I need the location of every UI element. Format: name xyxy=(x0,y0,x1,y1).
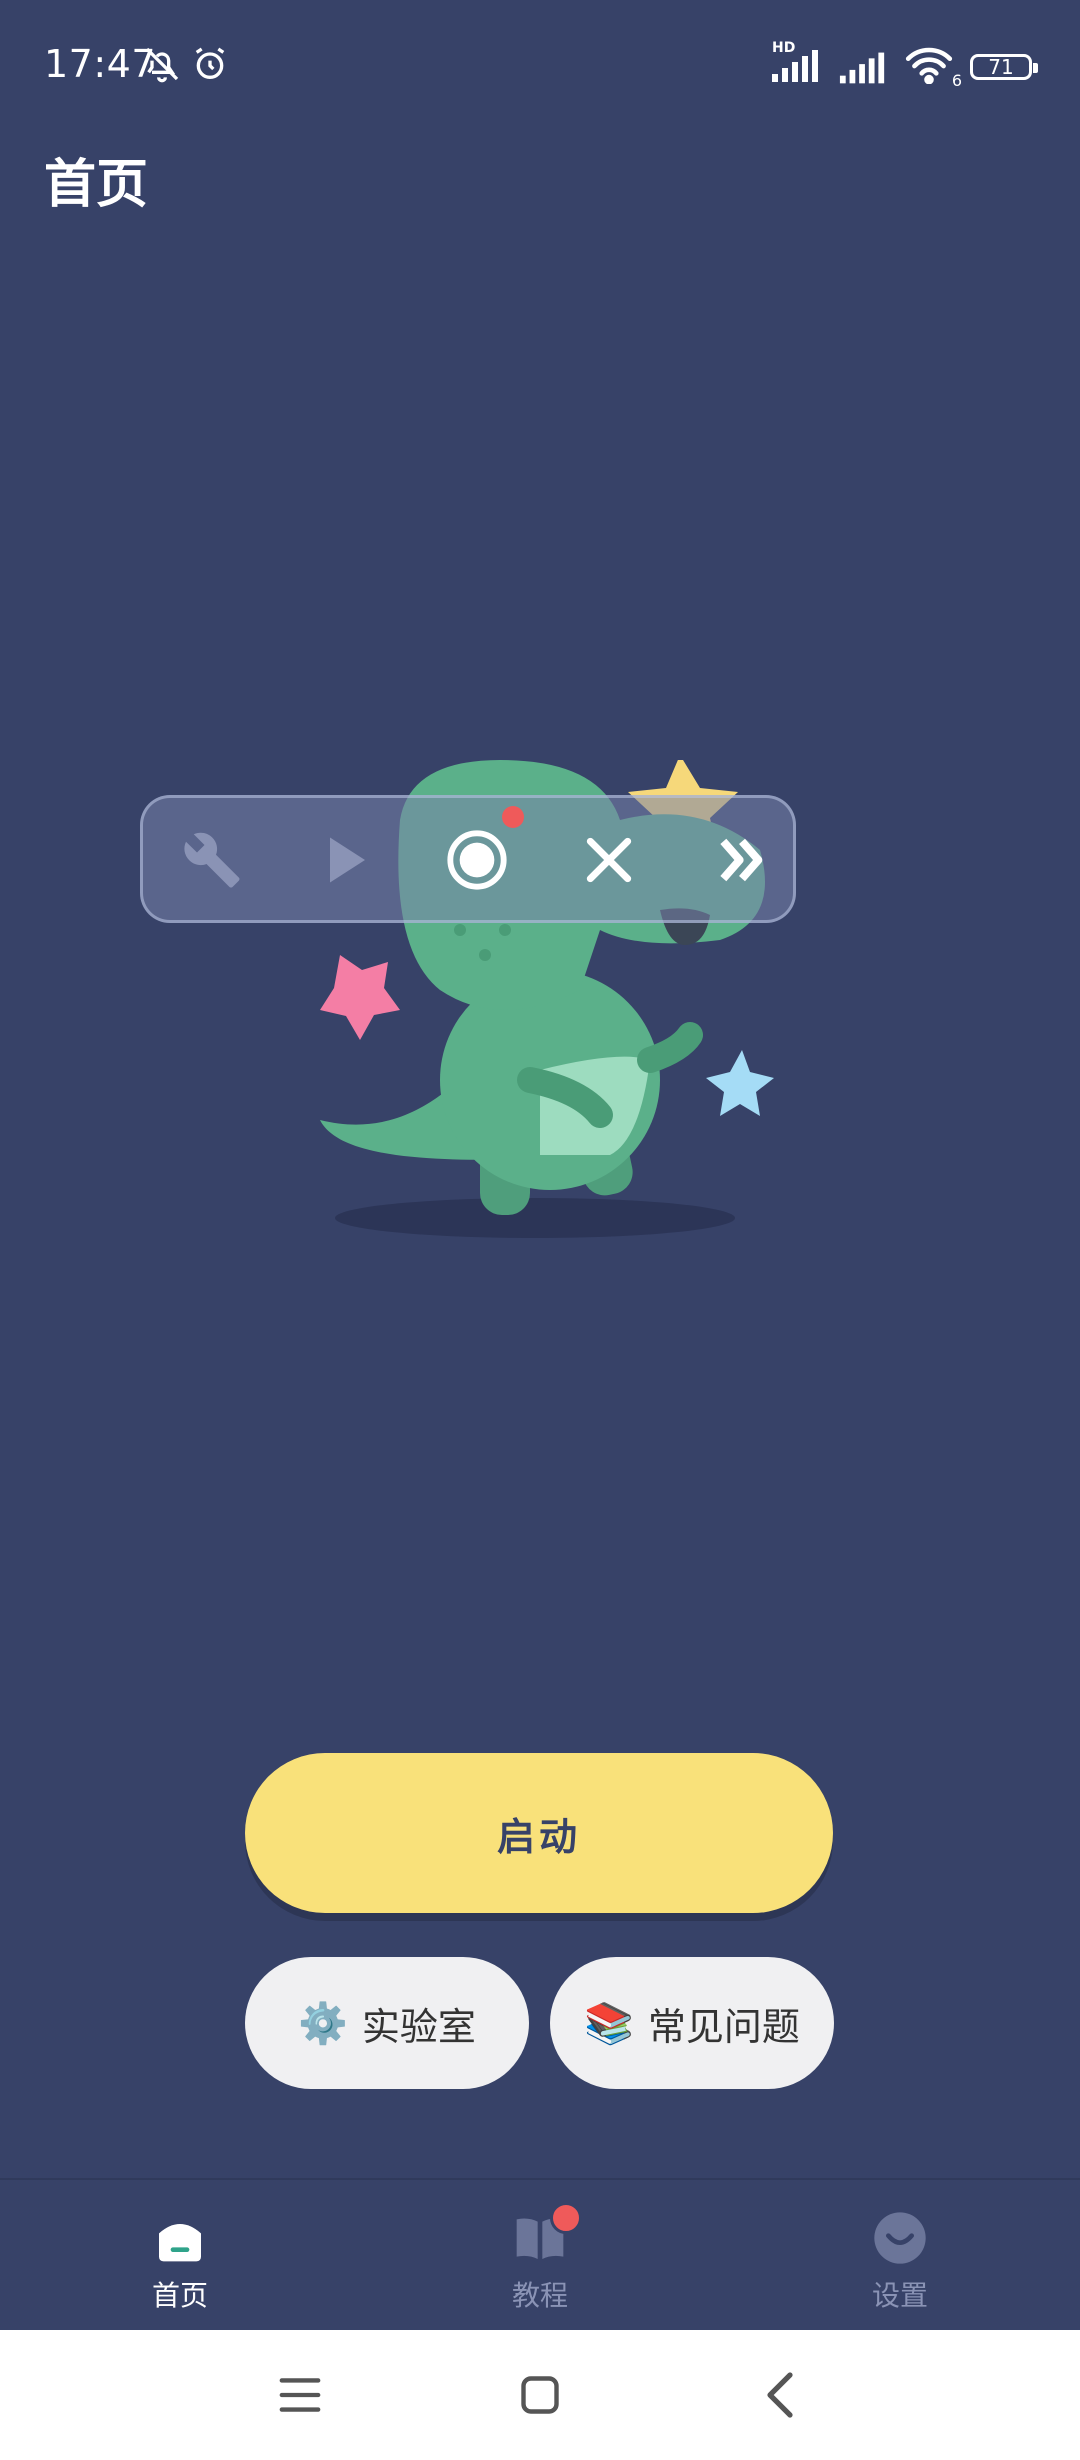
back-button[interactable] xyxy=(730,2330,830,2460)
status-left-icons xyxy=(142,44,230,84)
wifi-icon: 6 xyxy=(904,46,962,90)
nav-label-tutorial: 教程 xyxy=(511,2279,568,2312)
dino-arm-right xyxy=(637,1022,703,1073)
toolbar-record-button[interactable] xyxy=(441,824,513,896)
close-icon xyxy=(586,837,632,883)
faq-button[interactable]: 📚 常见问题 xyxy=(550,1957,834,2089)
blue-star-icon xyxy=(706,1050,774,1116)
page-title: 首页 xyxy=(44,155,149,215)
nav-item-home[interactable]: 首页 xyxy=(80,2210,280,2314)
nav-item-settings[interactable]: 设置 xyxy=(800,2210,1000,2314)
lab-button[interactable]: ⚙️ 实验室 xyxy=(245,1957,529,2089)
nav-label-home: 首页 xyxy=(151,2279,208,2312)
play-icon xyxy=(330,837,365,883)
wrench-icon xyxy=(184,832,240,888)
bell-off-icon xyxy=(145,47,179,83)
nav-badge-tutorial xyxy=(550,2202,582,2234)
status-time: 17:47 xyxy=(44,42,157,86)
bottom-nav: 首页 教程 设置 xyxy=(0,2178,1080,2332)
status-right-icons: HD 6 71 xyxy=(770,40,1038,90)
menu-icon xyxy=(279,2378,321,2412)
pink-star-icon xyxy=(320,955,400,1040)
double-chevron-right-icon xyxy=(720,838,763,882)
signal-icon xyxy=(839,52,885,84)
square-icon xyxy=(521,2376,559,2414)
battery-icon: 71 xyxy=(970,54,1038,80)
wifi-label: 6 xyxy=(951,71,962,90)
toolbar-play-button[interactable] xyxy=(309,824,381,896)
toolbar-wrench-button[interactable] xyxy=(176,824,248,896)
back-chevron-icon xyxy=(767,2372,793,2418)
record-indicator-dot xyxy=(502,806,524,828)
toolbar-expand-button[interactable] xyxy=(706,824,778,896)
alarm-icon xyxy=(195,47,225,79)
signal-hd-icon: HD xyxy=(770,40,822,86)
faq-button-label: 常见问题 xyxy=(647,2004,800,2049)
gear-icon: ⚙️ xyxy=(298,2000,348,2047)
dino-shadow xyxy=(335,1198,735,1238)
lab-button-label: 实验室 xyxy=(361,2004,476,2049)
home-button[interactable] xyxy=(490,2330,590,2460)
start-button-label: 启动 xyxy=(496,1814,581,1859)
record-icon xyxy=(447,830,507,890)
books-icon: 📚 xyxy=(584,2000,634,2047)
nav-label-settings: 设置 xyxy=(871,2279,928,2312)
system-nav-bar xyxy=(0,2330,1080,2460)
recents-button[interactable] xyxy=(250,2330,350,2460)
start-button[interactable]: 启动 xyxy=(245,1753,833,1913)
nav-item-tutorial[interactable]: 教程 xyxy=(440,2202,640,2314)
battery-level: 71 xyxy=(988,55,1014,79)
home-icon xyxy=(159,2224,201,2262)
toolbar-close-button[interactable] xyxy=(573,824,645,896)
smile-icon xyxy=(874,2212,926,2264)
floating-toolbar xyxy=(140,795,796,923)
network-label: HD xyxy=(772,40,796,56)
status-bar: 17:47 HD 6 71 xyxy=(0,0,1080,140)
